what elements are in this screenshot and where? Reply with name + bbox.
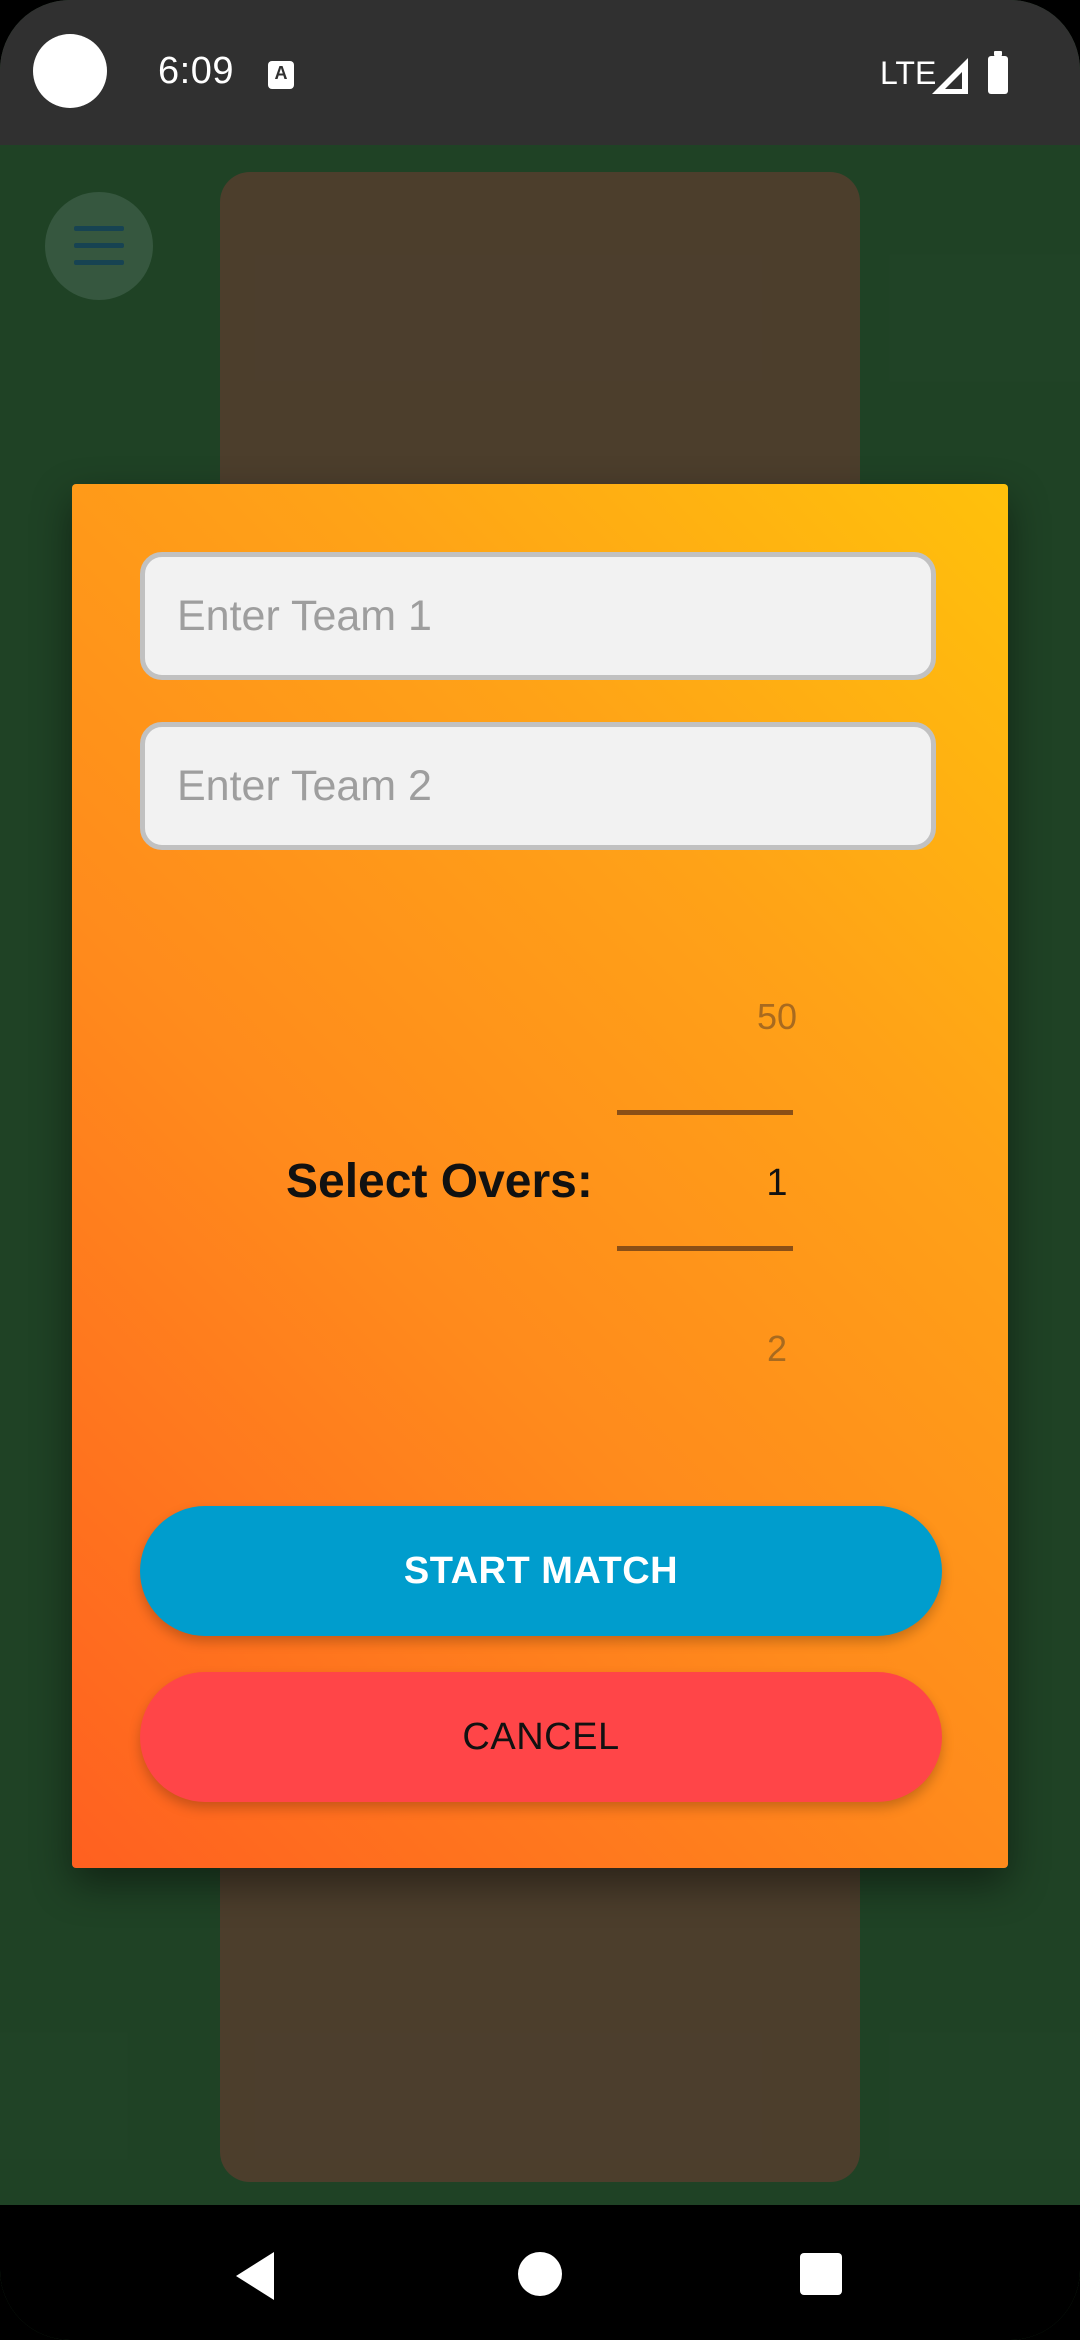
picker-divider-bottom bbox=[617, 1246, 793, 1251]
camera-cutout bbox=[33, 34, 107, 108]
overs-picker-selected-value[interactable]: 1 bbox=[617, 1162, 937, 1205]
picker-divider-top bbox=[617, 1110, 793, 1115]
overs-picker-previous-value[interactable]: 50 bbox=[617, 996, 937, 1038]
battery-icon bbox=[988, 51, 1008, 94]
team2-input[interactable] bbox=[140, 722, 936, 850]
team1-input[interactable] bbox=[140, 552, 936, 680]
home-icon[interactable] bbox=[518, 2252, 562, 2296]
network-type-label: LTE bbox=[880, 55, 937, 91]
recents-icon[interactable] bbox=[800, 2253, 842, 2295]
back-icon[interactable] bbox=[236, 2252, 274, 2300]
device-screen: 6:09 A LTE Select Overs: 50 1 2 START MA… bbox=[0, 0, 1080, 2340]
status-time: 6:09 bbox=[158, 50, 234, 92]
start-match-button[interactable]: START MATCH bbox=[140, 1506, 942, 1636]
select-overs-label: Select Overs: bbox=[286, 1155, 593, 1208]
cancel-button[interactable]: CANCEL bbox=[140, 1672, 942, 1802]
navigation-bar bbox=[0, 2205, 1080, 2340]
status-bar: 6:09 A LTE bbox=[0, 0, 1080, 145]
keyboard-a-icon: A bbox=[268, 61, 294, 89]
overs-picker-next-value[interactable]: 2 bbox=[617, 1328, 937, 1370]
signal-icon bbox=[932, 58, 968, 94]
new-match-dialog: Select Overs: 50 1 2 START MATCH CANCEL bbox=[72, 484, 1008, 1868]
